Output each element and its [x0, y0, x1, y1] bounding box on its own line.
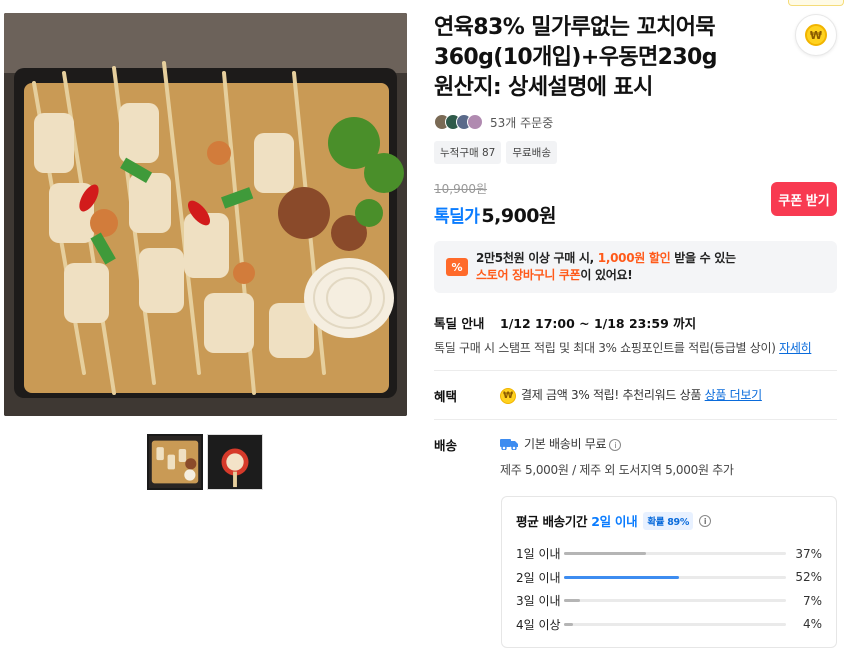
price-section: 10,900원 톡딜가 5,900원 쿠폰 받기 — [434, 180, 837, 228]
product-info: 연육83% 밀가루없는 꼬치어묵360g(10개입)+우동면230g 원산지: … — [434, 13, 837, 478]
benefit-label: 혜택 — [434, 389, 458, 404]
truck-icon — [500, 437, 518, 453]
delivery-bar — [564, 575, 786, 579]
tag-free-shipping: 무료배송 — [506, 141, 557, 164]
delivery-row-label: 4일 이상 — [516, 617, 561, 632]
delivery-row: 3일 이내 7% — [516, 589, 822, 613]
thumbnail-2[interactable] — [207, 434, 263, 490]
product-origin: 원산지: 상세설명에 표시 — [434, 75, 653, 100]
delivery-row-label: 2일 이내 — [516, 570, 561, 585]
divider — [434, 419, 837, 420]
base-shipping-fee: 기본 배송비 무료 — [524, 437, 607, 451]
delivery-row-label: 1일 이내 — [516, 547, 561, 562]
info-icon[interactable]: i — [699, 514, 712, 527]
delivery-row-label: 3일 이내 — [516, 594, 561, 609]
buyer-avatars — [434, 114, 483, 130]
coupon-promo-banner[interactable]: % 2만5천원 이상 구매 시, 1,000원 할인 받을 수 있는 스토어 장… — [434, 241, 837, 293]
promo-text: 2만5천원 이상 구매 시, 1,000원 할인 받을 수 있는 스토어 장바구… — [476, 251, 736, 282]
avg-delivery-value: 2일 이내 — [591, 514, 638, 529]
benefit-row: 혜택 ₩ 결제 금액 3% 적립! 추천리워드 상품 상품 더보기 — [434, 386, 837, 405]
delivery-distribution: 1일 이내 37% 2일 이내 52% 3일 이내 7% 4일 이상 4% — [516, 542, 822, 636]
delivery-bar — [564, 599, 786, 603]
delivery-bar — [564, 552, 786, 556]
deal-info-section: 톡딜 안내 1/12 17:00 ~ 1/18 23:59 까지 톡딜 구매 시… — [434, 313, 837, 356]
avg-delivery-title: 평균 배송기간 — [516, 514, 588, 529]
get-coupon-button[interactable]: 쿠폰 받기 — [771, 182, 837, 216]
product-title: 연육83% 밀가루없는 꼬치어묵360g(10개입)+우동면230g — [434, 15, 718, 70]
thumbnail-list — [147, 434, 263, 490]
percent-icon: % — [446, 258, 468, 276]
delivery-bar-fill — [564, 599, 580, 603]
avatar — [467, 114, 483, 130]
divider — [434, 370, 837, 371]
delivery-row-pct: 52% — [795, 570, 822, 585]
deal-info-label: 톡딜 안내 — [434, 316, 485, 331]
shipping-label: 배송 — [434, 438, 458, 453]
probability-badge: 확률 89% — [643, 511, 694, 530]
delivery-bar-fill — [564, 622, 573, 626]
delivery-bar-fill — [564, 552, 647, 556]
deal-price: 5,900원 — [481, 205, 557, 227]
deal-period: 1/12 17:00 ~ 1/18 23:59 까지 — [500, 316, 697, 331]
delivery-row-pct: 7% — [802, 593, 822, 608]
thumbnail-1[interactable] — [147, 434, 203, 490]
tag-cumulative-purchase: 누적구매 87 — [434, 141, 502, 164]
product-tags: 누적구매 87 무료배송 — [434, 141, 837, 164]
deal-label: 톡딜가 — [434, 207, 480, 227]
details-link[interactable]: 자세히 — [779, 341, 812, 355]
deal-info-desc: 톡딜 구매 시 스탬프 적립 및 최대 3% 쇼핑포인트를 적립(등급별 상이)… — [434, 341, 812, 355]
island-shipping-fee: 제주 5,000원 / 제주 외 도서지역 5,000원 추가 — [500, 462, 734, 477]
delivery-row-pct: 37% — [795, 546, 822, 561]
orders-indicator: 53개 주문중 — [434, 113, 837, 131]
delivery-estimate-box: 평균 배송기간 2일 이내 확률 89% i 1일 이내 37% 2일 이내 5… — [501, 496, 837, 648]
delivery-row: 2일 이내 52% — [516, 566, 822, 590]
shipping-row: 배송 기본 배송비 무료 i 제주 5,000원 / 제주 외 도서지역 5,00… — [434, 435, 837, 478]
won-coin-icon: ₩ — [500, 387, 516, 404]
delivery-row-pct: 4% — [802, 617, 822, 632]
delivery-row: 4일 이상 4% — [516, 613, 822, 637]
delivery-bar — [564, 622, 786, 626]
more-products-link[interactable]: 상품 더보기 — [705, 388, 763, 402]
orders-count: 53개 주문중 — [490, 115, 554, 130]
delivery-row: 1일 이내 37% — [516, 542, 822, 566]
delivery-bar-fill — [564, 575, 680, 579]
product-main-image — [4, 13, 407, 416]
benefit-text: 결제 금액 3% 적립! 추천리워드 상품 — [521, 388, 705, 402]
tooltip-tail — [788, 0, 844, 6]
info-icon[interactable]: i — [609, 438, 622, 451]
